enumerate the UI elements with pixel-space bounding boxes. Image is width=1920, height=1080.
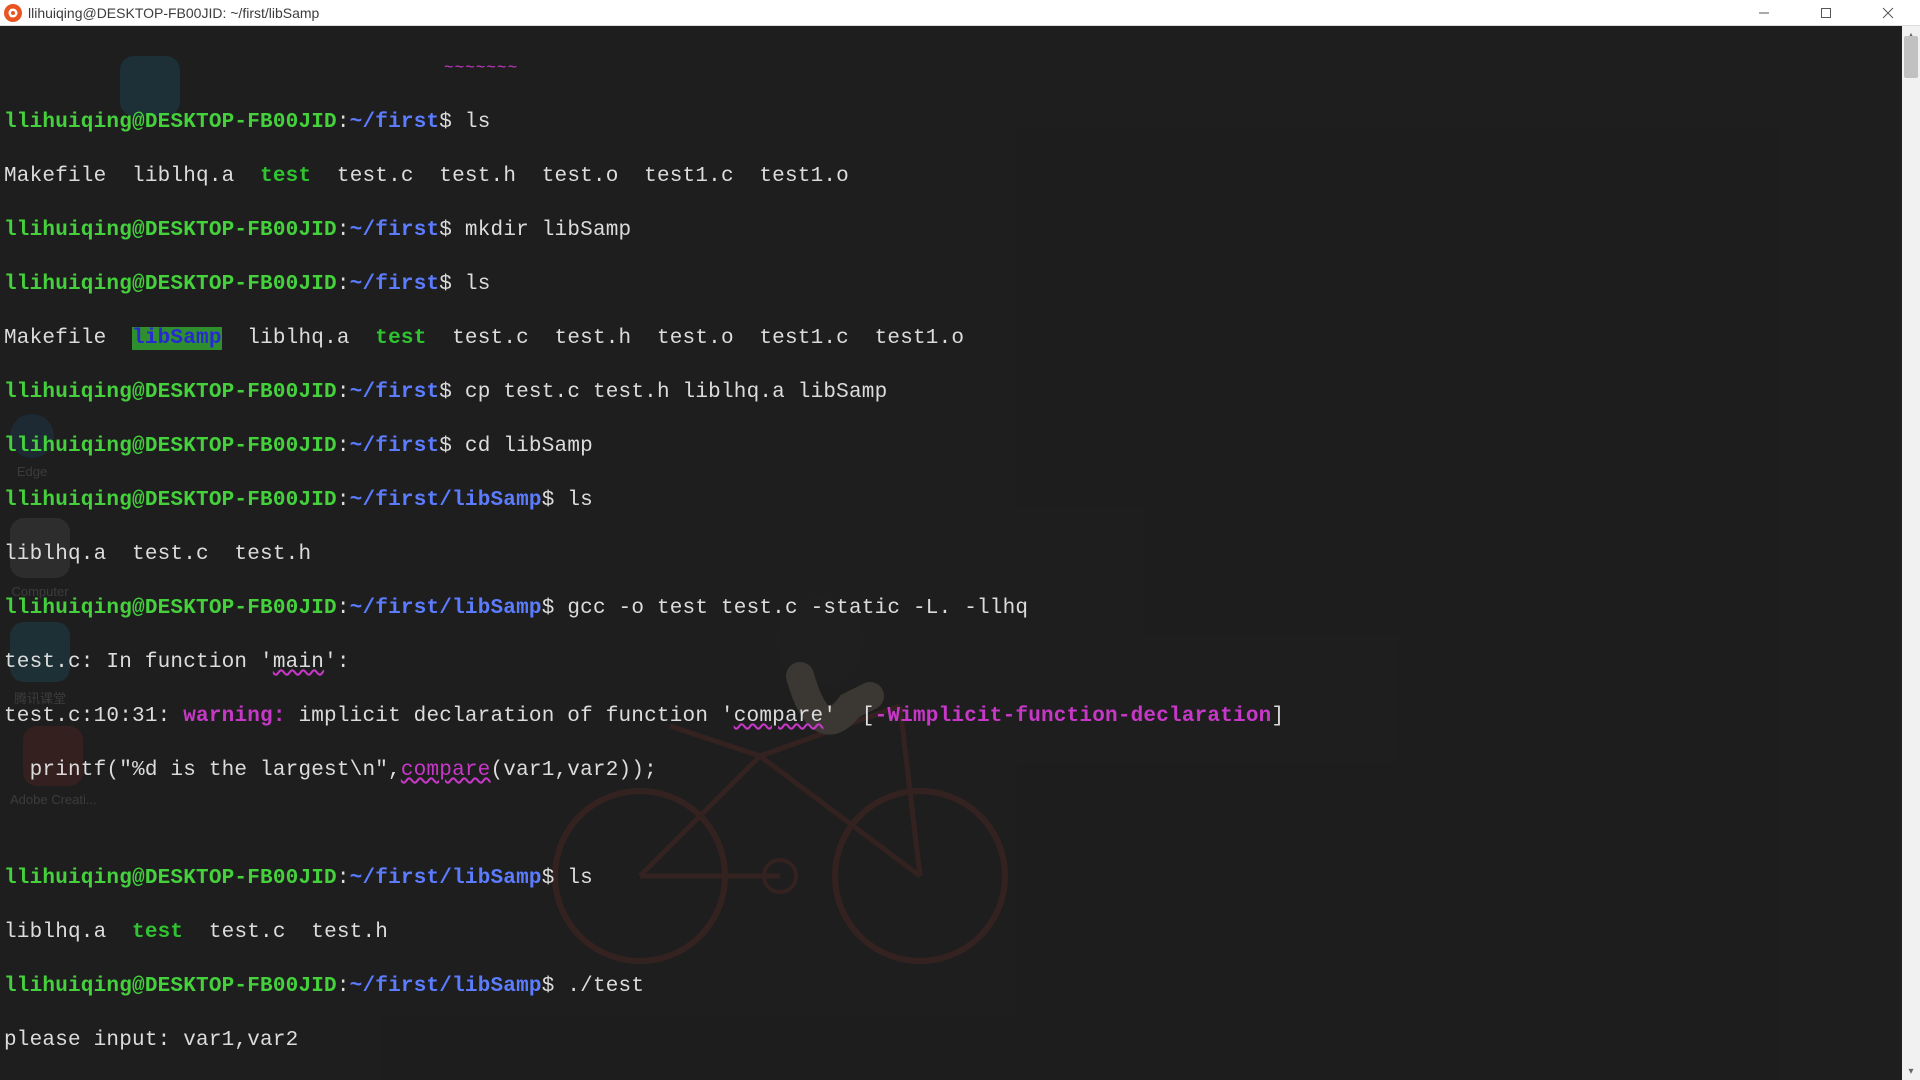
terminal-area[interactable]: Edge Computer 腾讯课堂 Adobe Creati... bbox=[0, 26, 1920, 1080]
close-button[interactable] bbox=[1868, 0, 1908, 26]
prompt-line: llihuiqing@DESKTOP-FB00JID:~/first/libSa… bbox=[4, 595, 1916, 622]
terminal-content: ~~~~~~~ llihuiqing@DESKTOP-FB00JID:~/fir… bbox=[0, 26, 1920, 1080]
ls-output: Makefile liblhq.a test test.c test.h tes… bbox=[4, 163, 1916, 190]
prompt-line: llihuiqing@DESKTOP-FB00JID:~/first$ ls bbox=[4, 109, 1916, 136]
prompt-line: llihuiqing@DESKTOP-FB00JID:~/first$ cd l… bbox=[4, 433, 1916, 460]
ls-output: liblhq.a test.c test.h bbox=[4, 541, 1916, 568]
ubuntu-icon bbox=[4, 4, 22, 22]
window-titlebar: llihuiqing@DESKTOP-FB00JID: ~/first/libS… bbox=[0, 0, 1920, 26]
blank-line bbox=[4, 811, 1916, 838]
window-title: llihuiqing@DESKTOP-FB00JID: ~/first/libS… bbox=[28, 5, 1744, 21]
cut-decoration: ~~~~~~~ bbox=[4, 55, 1916, 82]
prompt-line: llihuiqing@DESKTOP-FB00JID:~/first/libSa… bbox=[4, 865, 1916, 892]
program-output: please input: var1,var2 bbox=[4, 1027, 1916, 1054]
prompt-line: llihuiqing@DESKTOP-FB00JID:~/first/libSa… bbox=[4, 973, 1916, 1000]
prompt-line: llihuiqing@DESKTOP-FB00JID:~/first$ mkdi… bbox=[4, 217, 1916, 244]
gcc-output: printf("%d is the largest\n",compare(var… bbox=[4, 757, 1916, 784]
prompt-line: llihuiqing@DESKTOP-FB00JID:~/first$ cp t… bbox=[4, 379, 1916, 406]
ls-output: liblhq.a test test.c test.h bbox=[4, 919, 1916, 946]
gcc-output: test.c:10:31: warning: implicit declarat… bbox=[4, 703, 1916, 730]
prompt-line: llihuiqing@DESKTOP-FB00JID:~/first$ ls bbox=[4, 271, 1916, 298]
minimize-button[interactable] bbox=[1744, 0, 1784, 26]
prompt-line: llihuiqing@DESKTOP-FB00JID:~/first/libSa… bbox=[4, 487, 1916, 514]
gcc-output: test.c: In function 'main': bbox=[4, 649, 1916, 676]
window-controls bbox=[1744, 0, 1908, 26]
ls-output: Makefile libSamp liblhq.a test test.c te… bbox=[4, 325, 1916, 352]
maximize-button[interactable] bbox=[1806, 0, 1846, 26]
